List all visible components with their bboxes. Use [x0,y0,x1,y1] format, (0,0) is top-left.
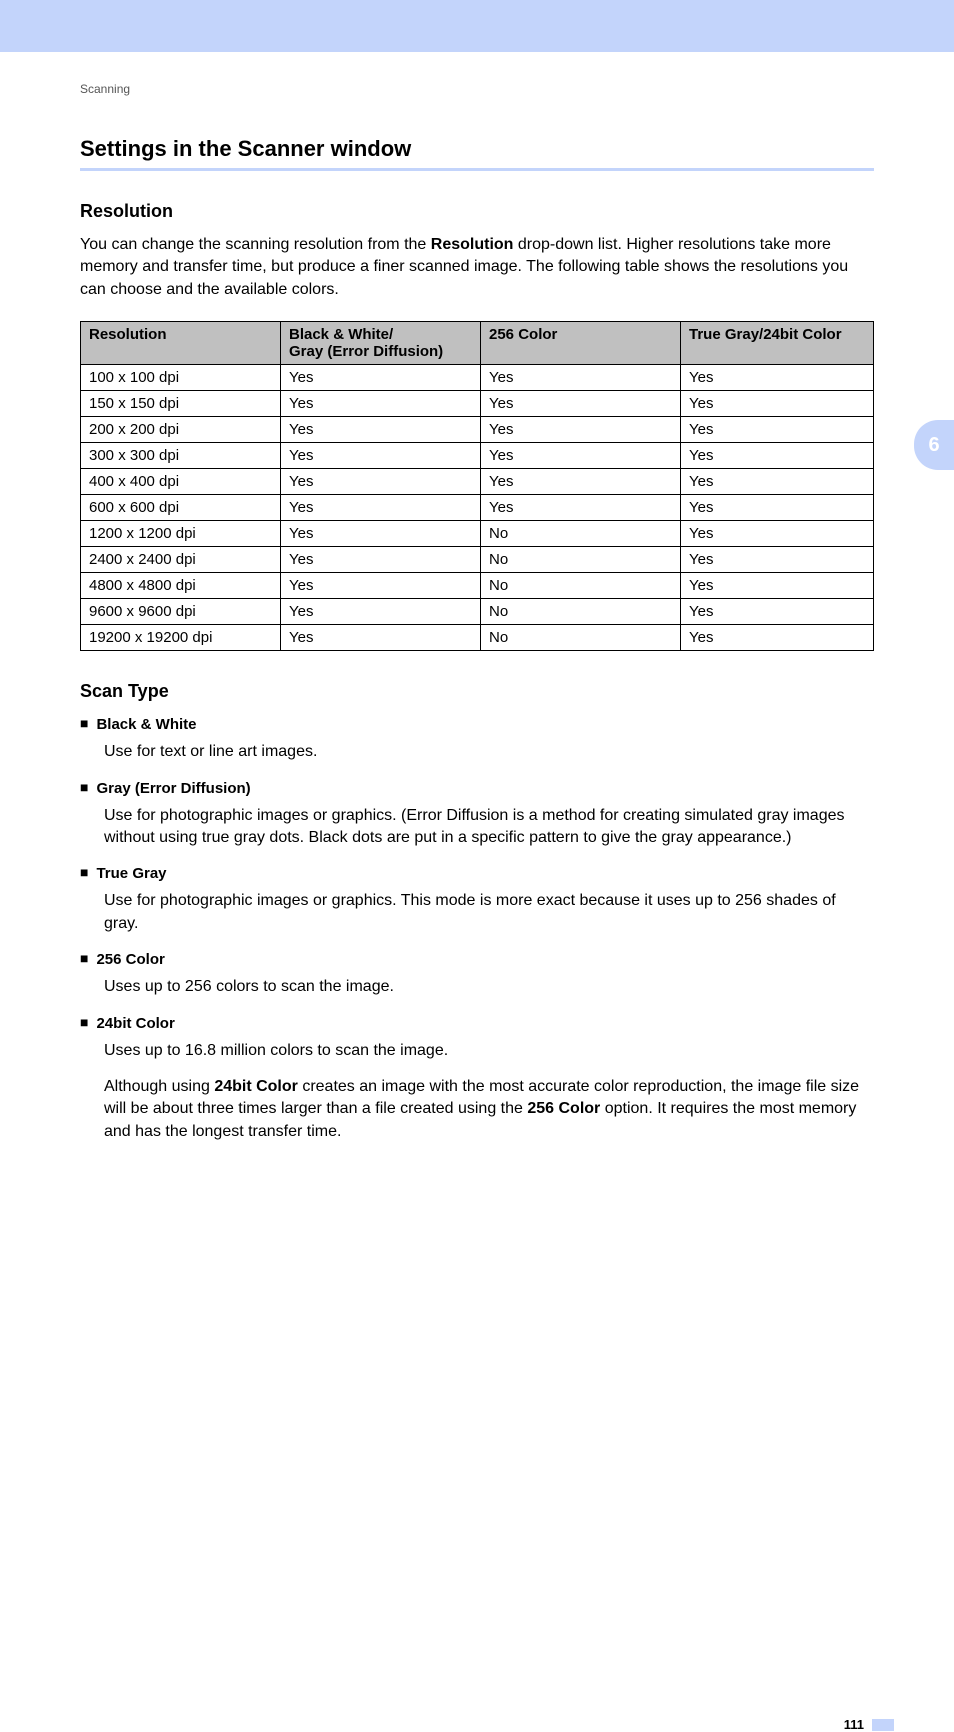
bold-text: Resolution [431,236,514,253]
bullet-icon: ■ [80,778,88,798]
table-row: 4800 x 4800 dpiYesNoYes [81,573,874,599]
table-cell: 2400 x 2400 dpi [81,547,281,573]
table-cell: 100 x 100 dpi [81,365,281,391]
table-cell: 19200 x 19200 dpi [81,625,281,651]
section-tab: 6 [914,420,954,470]
table-header-row: Resolution Black & White/Gray (Error Dif… [81,322,874,365]
table-row: 100 x 100 dpiYesYesYes [81,365,874,391]
table-cell: Yes [681,547,874,573]
table-cell: Yes [281,469,481,495]
table-cell: 9600 x 9600 dpi [81,599,281,625]
table-cell: 300 x 300 dpi [81,443,281,469]
table-cell: Yes [281,573,481,599]
table-cell: 200 x 200 dpi [81,417,281,443]
list-item: ■ True Gray [80,863,874,884]
table-cell: No [481,521,681,547]
table-cell: Yes [681,521,874,547]
list-item-label: 256 Color [96,949,164,970]
table-row: 9600 x 9600 dpiYesNoYes [81,599,874,625]
top-bar [0,0,954,52]
table-row: 600 x 600 dpiYesYesYes [81,495,874,521]
breadcrumb: Scanning [80,82,874,96]
table-cell: Yes [681,443,874,469]
table-cell: 400 x 400 dpi [81,469,281,495]
page-title: Settings in the Scanner window [80,136,874,171]
table-cell: No [481,547,681,573]
table-row: 2400 x 2400 dpiYesNoYes [81,547,874,573]
bold-text: 24bit Color [214,1078,298,1095]
table-cell: Yes [681,495,874,521]
list-item-body: Use for text or line art images. [104,741,874,763]
list-item-label: True Gray [96,863,166,884]
bullet-icon: ■ [80,1013,88,1033]
table-cell: Yes [281,365,481,391]
bullet-icon: ■ [80,863,88,883]
table-cell: Yes [681,625,874,651]
list-item-label: Black & White [96,714,196,735]
list-item: ■ Black & White [80,714,874,735]
list-item-body: Use for photographic images or graphics.… [104,805,874,850]
th-resolution: Resolution [81,322,281,365]
table-cell: Yes [681,365,874,391]
table-row: 1200 x 1200 dpiYesNoYes [81,521,874,547]
list-item-body: Uses up to 256 colors to scan the image. [104,976,874,998]
table-cell: Yes [681,573,874,599]
table-cell: Yes [481,469,681,495]
table-cell: Yes [281,599,481,625]
table-cell: No [481,625,681,651]
table-cell: Yes [681,417,874,443]
page-content: Scanning Settings in the Scanner window … [0,52,954,1197]
table-cell: 600 x 600 dpi [81,495,281,521]
table-row: 200 x 200 dpiYesYesYes [81,417,874,443]
table-cell: 4800 x 4800 dpi [81,573,281,599]
list-item: ■ 256 Color [80,949,874,970]
table-cell: Yes [281,521,481,547]
table-cell: 150 x 150 dpi [81,391,281,417]
table-cell: Yes [281,547,481,573]
table-row: 300 x 300 dpiYesYesYes [81,443,874,469]
text: Although using [104,1078,214,1095]
table-cell: Yes [281,495,481,521]
list-item-body: Uses up to 16.8 million colors to scan t… [104,1040,874,1062]
resolution-table: Resolution Black & White/Gray (Error Dif… [80,321,874,651]
footer: 111 [0,1717,954,1732]
list-item-label: 24bit Color [96,1013,174,1034]
table-cell: Yes [481,365,681,391]
table-cell: Yes [681,391,874,417]
th-256: 256 Color [481,322,681,365]
table-cell: 1200 x 1200 dpi [81,521,281,547]
table-cell: Yes [281,417,481,443]
table-cell: Yes [281,625,481,651]
list-item: ■ 24bit Color [80,1013,874,1034]
table-cell: Yes [481,417,681,443]
th-truegray: True Gray/24bit Color [681,322,874,365]
th-bw: Black & White/Gray (Error Diffusion) [281,322,481,365]
list-item-body: Although using 24bit Color creates an im… [104,1076,874,1143]
resolution-body: You can change the scanning resolution f… [80,234,874,301]
table-cell: Yes [281,443,481,469]
table-cell: Yes [281,391,481,417]
table-cell: No [481,573,681,599]
text: You can change the scanning resolution f… [80,236,431,253]
scan-type-heading: Scan Type [80,681,874,702]
resolution-heading: Resolution [80,201,874,222]
table-cell: Yes [481,443,681,469]
table-cell: Yes [681,599,874,625]
page-block-icon [872,1719,894,1731]
table-row: 19200 x 19200 dpiYesNoYes [81,625,874,651]
list-item: ■ Gray (Error Diffusion) [80,778,874,799]
table-cell: Yes [681,469,874,495]
list-item-body: Use for photographic images or graphics.… [104,890,874,935]
bold-text: 256 Color [527,1100,600,1117]
bullet-icon: ■ [80,714,88,734]
list-item-label: Gray (Error Diffusion) [96,778,250,799]
table-cell: Yes [481,391,681,417]
table-row: 150 x 150 dpiYesYesYes [81,391,874,417]
table-cell: No [481,599,681,625]
page-number: 111 [844,1717,864,1732]
table-row: 400 x 400 dpiYesYesYes [81,469,874,495]
scan-type-list: ■ Black & White Use for text or line art i… [80,714,874,1143]
table-cell: Yes [481,495,681,521]
bullet-icon: ■ [80,949,88,969]
